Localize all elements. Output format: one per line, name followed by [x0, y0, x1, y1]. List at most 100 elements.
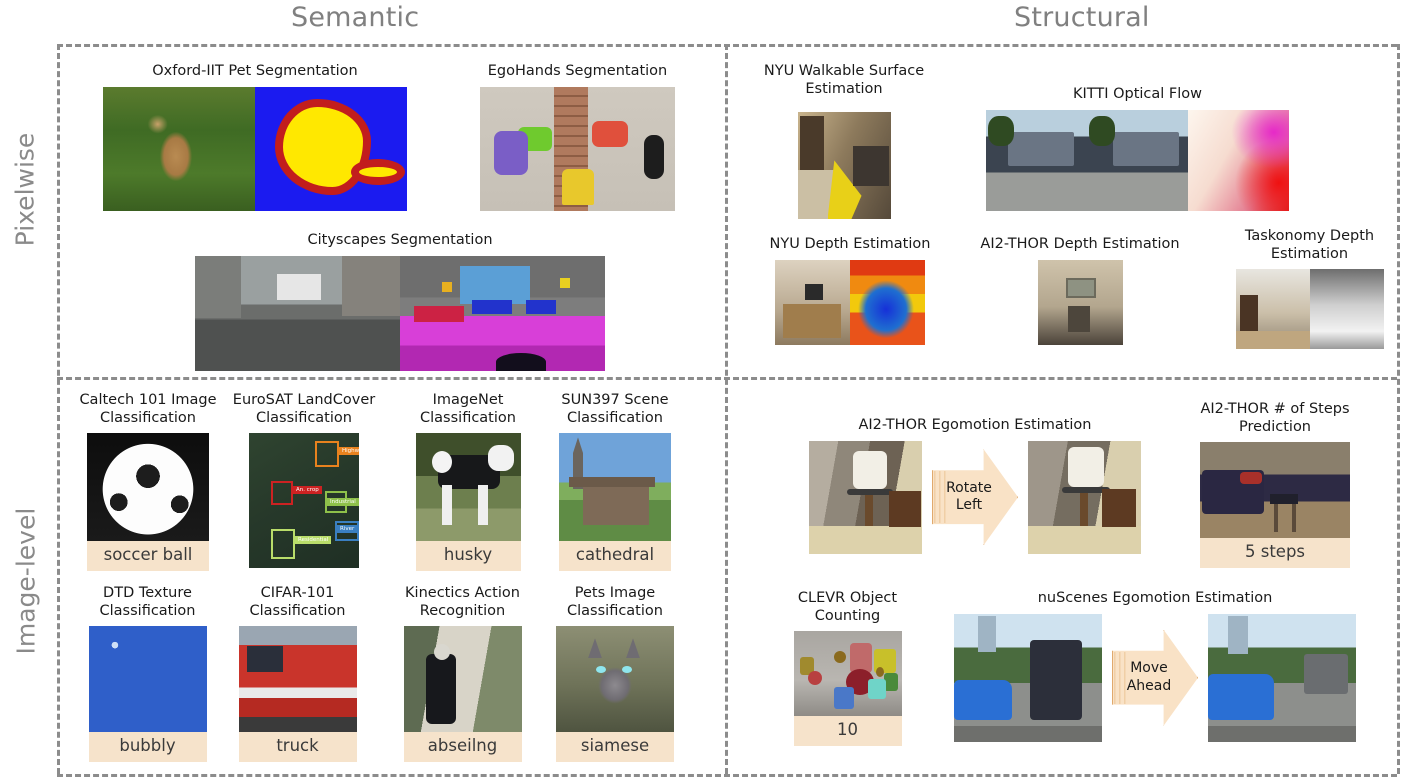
task-thumbnail-row	[965, 259, 1195, 345]
thumbnail-husky	[415, 433, 521, 542]
nuscenes-action-arrow: Move Ahead	[1112, 629, 1198, 726]
task-card-nyu-depth-estimation: NYU Depth Estimation	[750, 236, 950, 345]
thumbnail-cityscapes-photo	[195, 255, 400, 371]
prediction-label: siamese	[556, 732, 674, 762]
task-thumbnail-row: soccer ball	[74, 433, 222, 571]
task-title: Caltech 101 Image Classification	[79, 392, 217, 426]
arrow-action-label: Rotate Left	[946, 479, 992, 514]
thumbnail-pet-photo	[103, 86, 255, 211]
eurosat-tag-river: River	[337, 525, 358, 534]
thumbnail-truck	[238, 626, 357, 733]
prediction-label: bubbly	[88, 732, 207, 762]
thumbnail-with-label: soccer ball	[87, 433, 209, 571]
task-card-egohands-segmentation: EgoHands Segmentation	[480, 63, 675, 211]
thumbnail-nyu-depth-map	[850, 259, 925, 345]
thumbnail-kitti-flow-map	[1188, 109, 1289, 211]
task-card-ai2thor-depth-estimation: AI2-THOR Depth Estimation	[965, 236, 1195, 345]
task-title: NYU Walkable Surface Estimation	[763, 63, 925, 97]
task-card-dtd-texture-classification: DTD Texture Classification bubbly	[80, 585, 215, 762]
thumbnail-clevr-scene	[793, 631, 902, 717]
task-thumbnail-row: cathedral	[540, 433, 690, 571]
prediction-label: truck	[238, 732, 357, 762]
task-thumbnail-row	[195, 255, 605, 371]
task-thumbnail-row: siamese	[545, 626, 685, 762]
task-thumbnail-row	[480, 86, 675, 211]
task-card-eurosat-landcover-classification: EuroSAT LandCover Classification Highway…	[228, 392, 380, 569]
thumbnail-with-label: 5 steps	[1200, 442, 1350, 568]
thumbnail-with-label: cathedral	[559, 433, 671, 571]
thumbnail-bubbly-texture	[88, 626, 207, 733]
prediction-label: 5 steps	[1200, 538, 1350, 568]
task-title: Pets Image Classification	[567, 585, 663, 619]
task-title: Cityscapes Segmentation	[307, 232, 493, 248]
column-title-structural: Structural	[1014, 2, 1150, 33]
task-thumbnail-row	[755, 104, 933, 220]
thumbnail-nuscenes-before	[954, 613, 1102, 742]
task-thumbnail-row	[985, 109, 1290, 211]
thumbnail-with-label: 10	[793, 631, 902, 746]
thumbnail-with-label: bubbly	[88, 626, 207, 762]
task-thumbnail-row: Highway An. crop Industrial River Reside…	[228, 433, 380, 569]
thumbnail-with-label: abseilng	[403, 626, 522, 762]
arrow-action-label: Move Ahead	[1126, 660, 1172, 694]
eurosat-tag-an-crop: An. crop	[293, 486, 322, 495]
task-thumbnail-row: Move Ahead	[940, 613, 1370, 742]
thumbnail-pet-mask	[255, 86, 407, 211]
task-title: AI2-THOR Egomotion Estimation	[858, 417, 1092, 433]
prediction-label: soccer ball	[87, 541, 209, 571]
task-title: SUN397 Scene Classification	[561, 392, 669, 426]
task-card-imagenet-classification: ImageNet Classification husky	[398, 392, 538, 571]
thumbnail-taskonomy-rgb	[1235, 269, 1310, 350]
task-title: Kinectics Action Recognition	[405, 585, 520, 619]
task-thumbnail-row: Rotate Left	[790, 440, 1160, 554]
task-card-sun397-scene-classification: SUN397 Scene Classification cathedral	[540, 392, 690, 571]
task-thumbnail-row: truck	[230, 626, 365, 762]
grid-border-right	[1397, 44, 1400, 774]
prediction-label: abseilng	[403, 732, 522, 762]
task-title: EgoHands Segmentation	[487, 63, 668, 79]
thumbnail-cityscapes-mask	[400, 255, 605, 371]
task-thumbnail-row: 10	[775, 631, 920, 746]
task-card-taskonomy-depth-estimation: Taskonomy Depth Estimation	[1222, 228, 1397, 350]
thumbnail-kitti-frame2	[1087, 109, 1188, 211]
thumbnail-with-label: husky	[415, 433, 521, 571]
task-card-oxford-pet-segmentation: Oxford-IIT Pet Segmentation	[100, 63, 410, 211]
task-card-clevr-object-counting: CLEVR Object Counting 10	[775, 590, 920, 746]
thumbnail-with-label: siamese	[556, 626, 674, 762]
thumbnail-thor-depth-photo	[1037, 259, 1123, 345]
eurosat-box-residential	[271, 529, 295, 560]
task-card-caltech101-classification: Caltech 101 Image Classification soccer …	[74, 392, 222, 571]
task-card-kinetics-action-recognition: Kinectics Action Recognition abseilng	[390, 585, 535, 762]
thumbnail-nyu-depth-rgb	[775, 259, 850, 345]
thumbnail-taskonomy-depth	[1309, 269, 1384, 350]
task-title: ImageNet Classification	[420, 392, 516, 426]
task-title: NYU Depth Estimation	[769, 236, 931, 252]
column-title-semantic: Semantic	[291, 2, 420, 33]
task-thumbnail-row: bubbly	[80, 626, 215, 762]
thumbnail-abseiling	[403, 626, 522, 733]
task-title: AI2-THOR # of Steps Prediction	[1200, 401, 1350, 435]
task-card-nuscenes-egomotion-estimation: nuScenes Egomotion Estimation Move Ahead	[940, 590, 1370, 742]
task-card-ai2thor-steps-prediction: AI2-THOR # of Steps Prediction 5 steps	[1190, 401, 1360, 568]
eurosat-tag-industrial: Industrial	[327, 498, 359, 507]
task-title: nuScenes Egomotion Estimation	[1037, 590, 1273, 606]
row-label-image-level: Image-level	[11, 507, 41, 655]
thumbnail-cathedral	[559, 433, 671, 542]
thumbnail-nyu-walkable-photo	[797, 112, 891, 220]
task-title: CIFAR-101 Classification	[249, 585, 346, 619]
prediction-label: cathedral	[559, 541, 671, 571]
task-title: Oxford-IIT Pet Segmentation	[152, 63, 358, 79]
thumbnail-soccer-ball	[87, 433, 209, 542]
eurosat-box-an-crop	[271, 481, 293, 506]
task-title: CLEVR Object Counting	[797, 590, 898, 624]
grid-border-left	[57, 44, 60, 774]
task-thumbnail-row: 5 steps	[1190, 442, 1360, 568]
row-label-pixelwise: Pixelwise	[10, 132, 40, 247]
task-title: Taskonomy Depth Estimation	[1244, 228, 1375, 262]
prediction-label: 10	[793, 716, 902, 746]
prediction-label: husky	[415, 541, 521, 571]
task-card-cityscapes-segmentation: Cityscapes Segmentation	[195, 232, 605, 371]
thumbnail-egohands-photo	[480, 86, 675, 211]
eurosat-tag-highway: Highway	[339, 447, 359, 456]
task-title: KITTI Optical Flow	[1072, 86, 1203, 102]
